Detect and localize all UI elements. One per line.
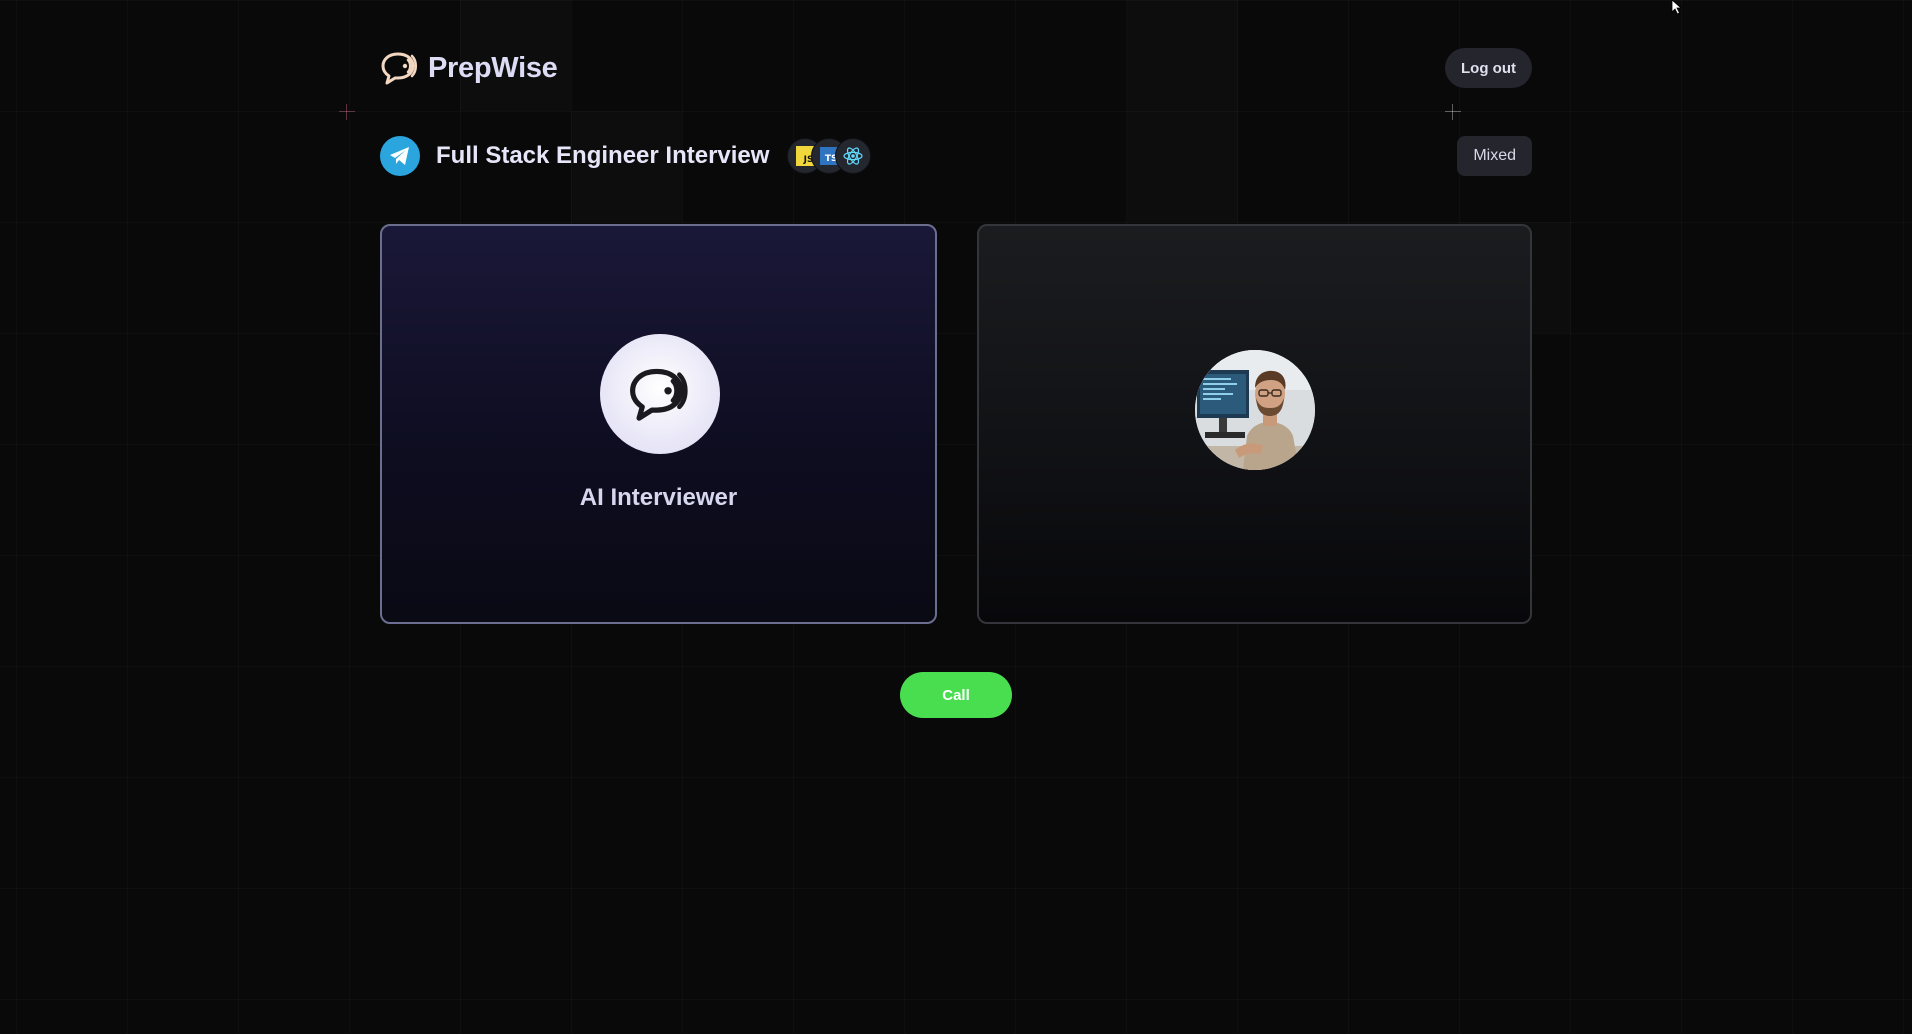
chat-bubble-logo-icon <box>381 52 418 85</box>
brand[interactable]: PrepWise <box>380 50 558 86</box>
brand-name: PrepWise <box>428 51 558 84</box>
background-grid-block <box>1127 0 1238 222</box>
ai-voice-chat-icon <box>630 368 688 421</box>
user-card <box>977 224 1532 624</box>
ai-avatar <box>600 334 720 454</box>
call-button[interactable]: Call <box>900 672 1012 718</box>
page: PrepWise Log out Full Stack Engineer Int… <box>0 0 1912 1034</box>
telegram-icon <box>390 147 409 165</box>
tech-stack: JS TS <box>787 138 872 174</box>
ai-interviewer-card: AI Interviewer <box>380 224 937 624</box>
interview-type-badge: Mixed <box>1457 136 1532 176</box>
mouse-cursor-icon <box>1671 0 1683 15</box>
sparkle-icon <box>1445 104 1461 120</box>
sparkle-icon <box>339 104 355 120</box>
app-header: PrepWise Log out <box>380 46 1532 90</box>
react-icon[interactable] <box>835 138 872 174</box>
logout-button[interactable]: Log out <box>1445 48 1532 88</box>
user-avatar <box>1195 350 1315 470</box>
interview-bar: Full Stack Engineer Interview JS TS Mixe… <box>380 135 1532 177</box>
interview-info: Full Stack Engineer Interview JS TS <box>380 136 872 176</box>
user-photo <box>1195 350 1315 470</box>
company-logo <box>380 136 420 176</box>
interview-title: Full Stack Engineer Interview <box>436 142 770 169</box>
react-atom-icon <box>843 147 864 165</box>
ai-interviewer-label: AI Interviewer <box>579 484 738 511</box>
